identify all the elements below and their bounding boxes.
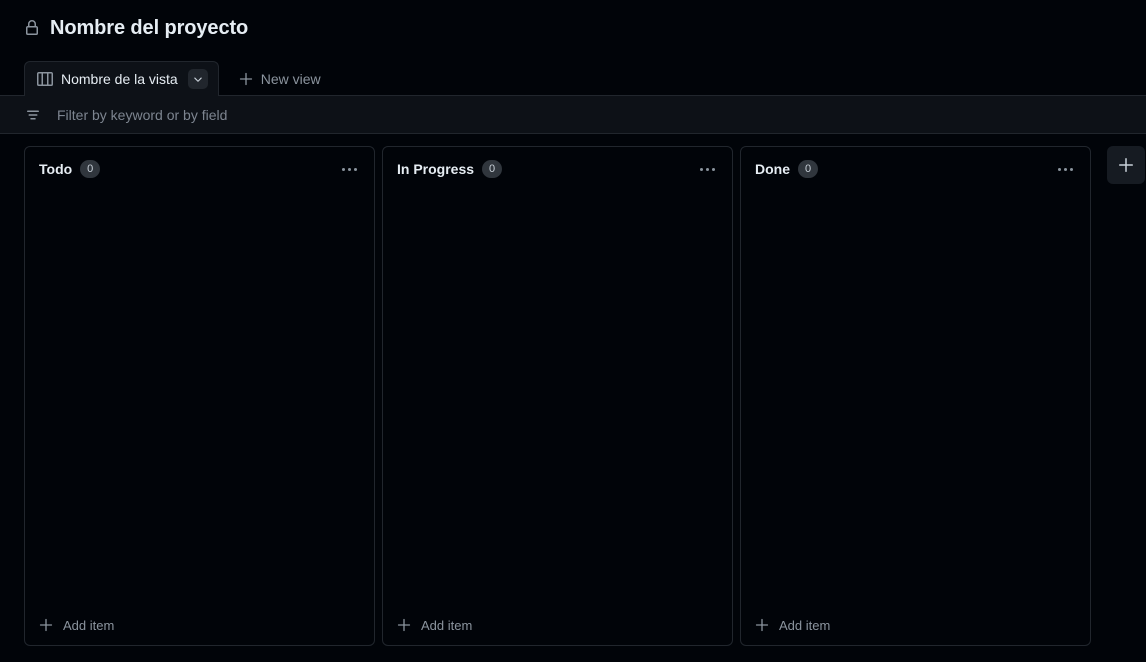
column-cards-area[interactable] [741, 191, 1090, 605]
new-view-button[interactable]: New view [227, 61, 333, 96]
add-item-button[interactable]: Add item [741, 605, 1090, 645]
kebab-icon[interactable] [1052, 156, 1078, 182]
column-count-badge: 0 [80, 160, 101, 178]
new-view-label: New view [260, 70, 321, 87]
column-cards-area[interactable] [25, 191, 374, 605]
chevron-down-icon[interactable] [187, 69, 208, 89]
page-title: Nombre del proyecto [50, 17, 249, 39]
filter-bar [0, 95, 1146, 134]
filter-input[interactable] [57, 106, 1130, 123]
plus-icon [755, 618, 769, 632]
column-title: In Progress [397, 161, 475, 177]
plus-icon [1119, 158, 1133, 172]
column-header: In Progress 0 [383, 147, 732, 191]
column-title: Todo [39, 161, 73, 177]
board-column: Todo 0 Add item [24, 146, 375, 646]
add-item-button[interactable]: Add item [383, 605, 732, 645]
board-column: In Progress 0 Add item [382, 146, 733, 646]
column-header: Done 0 [741, 147, 1090, 191]
page-header: Nombre del proyecto [0, 0, 1146, 56]
column-header: Todo 0 [25, 147, 374, 191]
view-tabbar: Nombre de la vista New view [0, 56, 1146, 96]
tab-board-view[interactable]: Nombre de la vista [24, 61, 219, 96]
lock-icon [26, 20, 38, 35]
column-count-badge: 0 [798, 160, 818, 178]
tab-label: Nombre de la vista [61, 71, 178, 87]
add-item-button[interactable]: Add item [25, 605, 374, 645]
kebab-icon[interactable] [336, 156, 362, 182]
board-column: Done 0 Add item [740, 146, 1091, 646]
column-count-badge: 0 [482, 160, 503, 178]
plus-icon [39, 618, 53, 632]
plus-icon [397, 618, 411, 632]
add-item-label: Add item [63, 617, 115, 633]
column-cards-area[interactable] [383, 191, 732, 605]
board: Todo 0 Add item In Progress 0 Add item D… [0, 134, 1146, 652]
column-title: Done [755, 161, 790, 177]
board-icon [37, 72, 53, 86]
add-item-label: Add item [779, 617, 831, 633]
plus-icon [239, 72, 252, 85]
add-item-label: Add item [421, 617, 473, 633]
filter-icon[interactable] [25, 107, 41, 123]
add-column-button[interactable] [1107, 146, 1145, 184]
kebab-icon[interactable] [694, 156, 720, 182]
